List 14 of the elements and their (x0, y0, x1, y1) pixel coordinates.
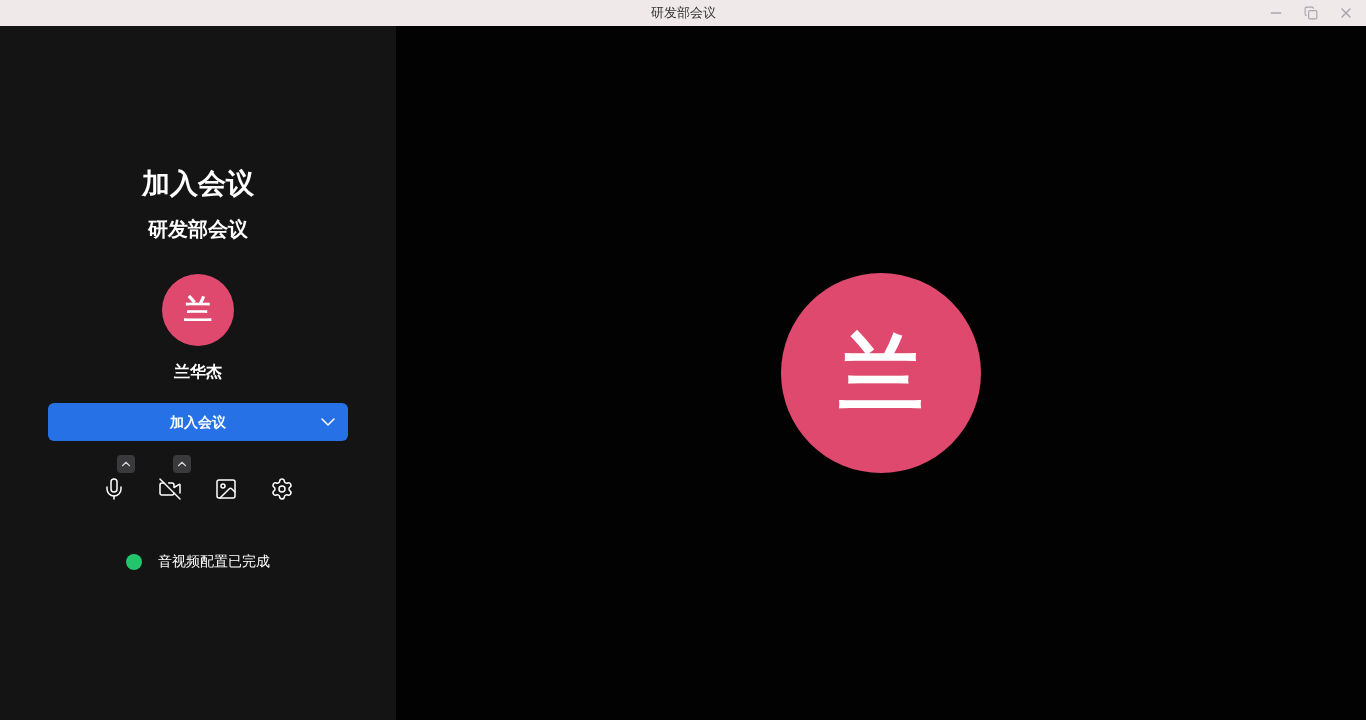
join-button[interactable]: 加入会议 (48, 403, 348, 441)
window-title: 研发部会议 (650, 4, 716, 23)
image-icon (214, 477, 238, 501)
status-text: 音视频配置已完成 (158, 552, 270, 571)
join-label[interactable]: 加入会议 (170, 411, 226, 433)
camera-off-icon (158, 477, 182, 501)
preview-avatar: 兰 (781, 273, 981, 473)
meeting-name: 研发部会议 (148, 216, 248, 243)
user-avatar: 兰 (162, 274, 234, 346)
user-name: 兰华杰 (174, 361, 222, 383)
settings-icon (270, 477, 294, 501)
heading: 加入会议 (142, 166, 254, 202)
options-button[interactable] (117, 455, 135, 473)
options-button[interactable] (173, 455, 191, 473)
